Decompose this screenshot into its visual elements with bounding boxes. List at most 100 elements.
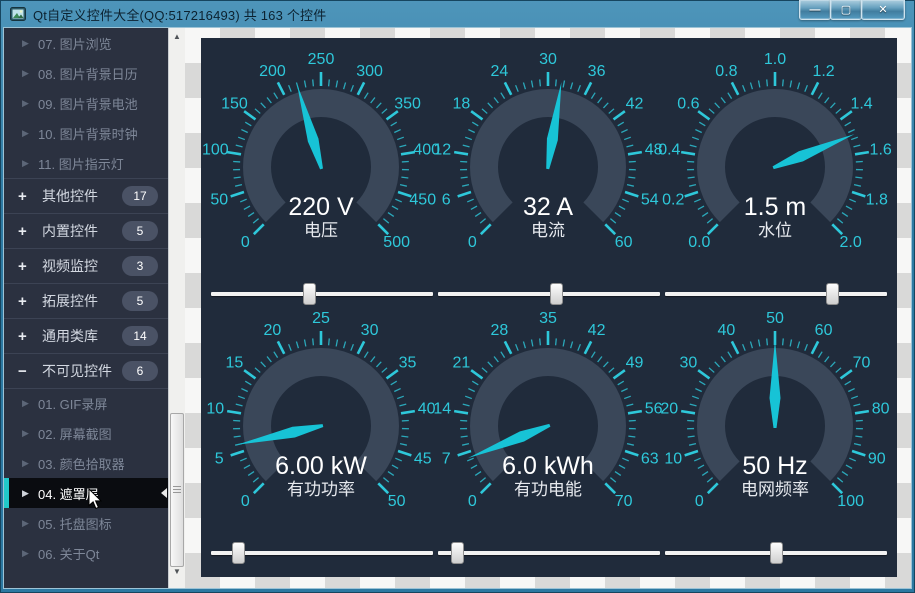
sidebar-item-11[interactable]: ▶01. GIF录屏 bbox=[4, 388, 168, 418]
svg-text:14: 14 bbox=[433, 400, 451, 417]
sidebar-item-14[interactable]: ▶04. 遮罩层 bbox=[4, 478, 168, 508]
gauge-value: 220 V bbox=[288, 193, 354, 221]
sidebar-item-label: 04. 遮罩层 bbox=[38, 484, 99, 503]
gauge-value: 50 Hz bbox=[742, 452, 807, 480]
svg-text:42: 42 bbox=[626, 95, 644, 112]
branch-arrow-icon: ▶ bbox=[22, 458, 36, 469]
svg-text:20: 20 bbox=[264, 322, 282, 339]
svg-text:1.8: 1.8 bbox=[866, 191, 888, 208]
slider-track[interactable] bbox=[211, 292, 433, 296]
svg-text:1.6: 1.6 bbox=[870, 141, 892, 158]
slider-active-energy[interactable] bbox=[438, 542, 660, 564]
sidebar-item-label: 06. 关于Qt bbox=[38, 544, 99, 563]
slider-current[interactable] bbox=[438, 283, 660, 305]
gauge-title: 电流 bbox=[531, 221, 565, 240]
svg-text:40: 40 bbox=[718, 322, 736, 339]
scroll-down-icon[interactable]: ▼ bbox=[169, 563, 185, 580]
svg-text:1.2: 1.2 bbox=[812, 63, 834, 80]
gauge-title: 有功功率 bbox=[287, 480, 355, 499]
svg-text:1.4: 1.4 bbox=[850, 95, 872, 112]
svg-text:2.0: 2.0 bbox=[840, 234, 862, 251]
sidebar-item-label: 05. 托盘图标 bbox=[38, 514, 112, 533]
svg-text:50: 50 bbox=[388, 493, 406, 510]
sidebar-item-label: 10. 图片背景时钟 bbox=[38, 124, 138, 143]
sidebar-item-12[interactable]: ▶02. 屏幕截图 bbox=[4, 418, 168, 448]
sidebar-item-label: 09. 图片背景电池 bbox=[38, 94, 138, 113]
sidebar-item-4[interactable]: ▶11. 图片指示灯 bbox=[4, 148, 168, 178]
client-area: ▶07. 图片浏览▶08. 图片背景日历▶09. 图片背景电池▶10. 图片背景… bbox=[4, 28, 911, 588]
gauge-title: 电网频率 bbox=[741, 480, 809, 499]
gauge-value: 6.00 kW bbox=[275, 452, 367, 480]
svg-text:0.4: 0.4 bbox=[658, 141, 680, 158]
svg-text:36: 36 bbox=[588, 63, 606, 80]
svg-text:100: 100 bbox=[202, 141, 229, 158]
slider-handle[interactable] bbox=[451, 542, 464, 564]
sidebar-category-label: 通用类库 bbox=[42, 326, 122, 346]
sidebar-item-13[interactable]: ▶03. 颜色拾取器 bbox=[4, 448, 168, 478]
branch-arrow-icon: ▶ bbox=[22, 398, 36, 409]
svg-text:0.2: 0.2 bbox=[662, 191, 684, 208]
slider-handle[interactable] bbox=[550, 283, 563, 305]
sidebar-item-3[interactable]: ▶10. 图片背景时钟 bbox=[4, 118, 168, 148]
sidebar-item-9[interactable]: +通用类库14 bbox=[4, 318, 168, 353]
svg-text:0: 0 bbox=[241, 493, 250, 510]
svg-text:24: 24 bbox=[491, 63, 509, 80]
sidebar-item-label: 07. 图片浏览 bbox=[38, 34, 112, 53]
svg-text:0.6: 0.6 bbox=[677, 95, 699, 112]
slider-track[interactable] bbox=[665, 292, 887, 296]
branch-arrow-icon: ▶ bbox=[22, 428, 36, 439]
branch-arrow-icon: ▶ bbox=[22, 158, 36, 169]
sidebar-item-7[interactable]: +视频监控3 bbox=[4, 248, 168, 283]
slider-handle[interactable] bbox=[303, 283, 316, 305]
maximize-button[interactable]: ▢ bbox=[830, 0, 862, 20]
slider-water-level[interactable] bbox=[665, 283, 887, 305]
sidebar-item-0[interactable]: ▶07. 图片浏览 bbox=[4, 28, 168, 58]
sidebar-item-6[interactable]: +内置控件5 bbox=[4, 213, 168, 248]
sidebar-item-2[interactable]: ▶09. 图片背景电池 bbox=[4, 88, 168, 118]
gauge-current: 0612182430364248546032 A电流 bbox=[432, 39, 664, 289]
expand-icon: + bbox=[18, 328, 34, 345]
slider-handle[interactable] bbox=[826, 283, 839, 305]
svg-text:12: 12 bbox=[433, 141, 451, 158]
slider-grid-frequency[interactable] bbox=[665, 542, 887, 564]
sidebar-item-5[interactable]: +其他控件17 bbox=[4, 178, 168, 213]
gauge-value: 1.5 m bbox=[744, 193, 807, 221]
slider-handle[interactable] bbox=[232, 542, 245, 564]
svg-text:35: 35 bbox=[399, 354, 417, 371]
gauge-value: 32 A bbox=[523, 193, 573, 221]
scroll-up-icon[interactable]: ▲ bbox=[169, 28, 185, 45]
sidebar-scrollbar[interactable]: ▲ ▼ bbox=[168, 28, 185, 588]
svg-text:90: 90 bbox=[868, 450, 886, 467]
sidebar-item-16[interactable]: ▶06. 关于Qt bbox=[4, 538, 168, 568]
svg-text:50: 50 bbox=[210, 191, 228, 208]
gauge-active-power: 051015202530354045506.00 kW有功功率 bbox=[205, 298, 437, 548]
sidebar-item-10[interactable]: −不可见控件6 bbox=[4, 353, 168, 388]
slider-voltage[interactable] bbox=[211, 283, 433, 305]
content-area: 050100150200250300350400450500220 V电压061… bbox=[185, 28, 911, 588]
sidebar-item-15[interactable]: ▶05. 托盘图标 bbox=[4, 508, 168, 538]
sidebar-item-1[interactable]: ▶08. 图片背景日历 bbox=[4, 58, 168, 88]
sidebar-item-label: 01. GIF录屏 bbox=[38, 394, 107, 413]
slider-track[interactable] bbox=[438, 551, 660, 555]
close-button[interactable]: ✕ bbox=[861, 0, 905, 20]
gauge-active-energy: 071421283542495663706.0 kWh有功电能 bbox=[432, 298, 664, 548]
scrollbar-thumb[interactable] bbox=[170, 413, 184, 567]
svg-text:35: 35 bbox=[539, 310, 557, 327]
svg-text:70: 70 bbox=[853, 354, 871, 371]
svg-text:45: 45 bbox=[414, 450, 432, 467]
svg-text:60: 60 bbox=[815, 322, 833, 339]
branch-arrow-icon: ▶ bbox=[22, 488, 36, 499]
slider-handle[interactable] bbox=[770, 542, 783, 564]
svg-text:70: 70 bbox=[615, 493, 633, 510]
sidebar-item-label: 03. 颜色拾取器 bbox=[38, 454, 125, 473]
svg-text:0.8: 0.8 bbox=[715, 63, 737, 80]
gauge-title: 有功电能 bbox=[514, 480, 582, 499]
svg-text:200: 200 bbox=[259, 63, 286, 80]
slider-track[interactable] bbox=[438, 292, 660, 296]
minimize-button[interactable]: — bbox=[799, 0, 831, 20]
svg-text:20: 20 bbox=[660, 400, 678, 417]
svg-text:5: 5 bbox=[215, 450, 224, 467]
sidebar-item-8[interactable]: +拓展控件5 bbox=[4, 283, 168, 318]
gauge-value: 6.0 kWh bbox=[502, 452, 594, 480]
slider-active-power[interactable] bbox=[211, 542, 433, 564]
